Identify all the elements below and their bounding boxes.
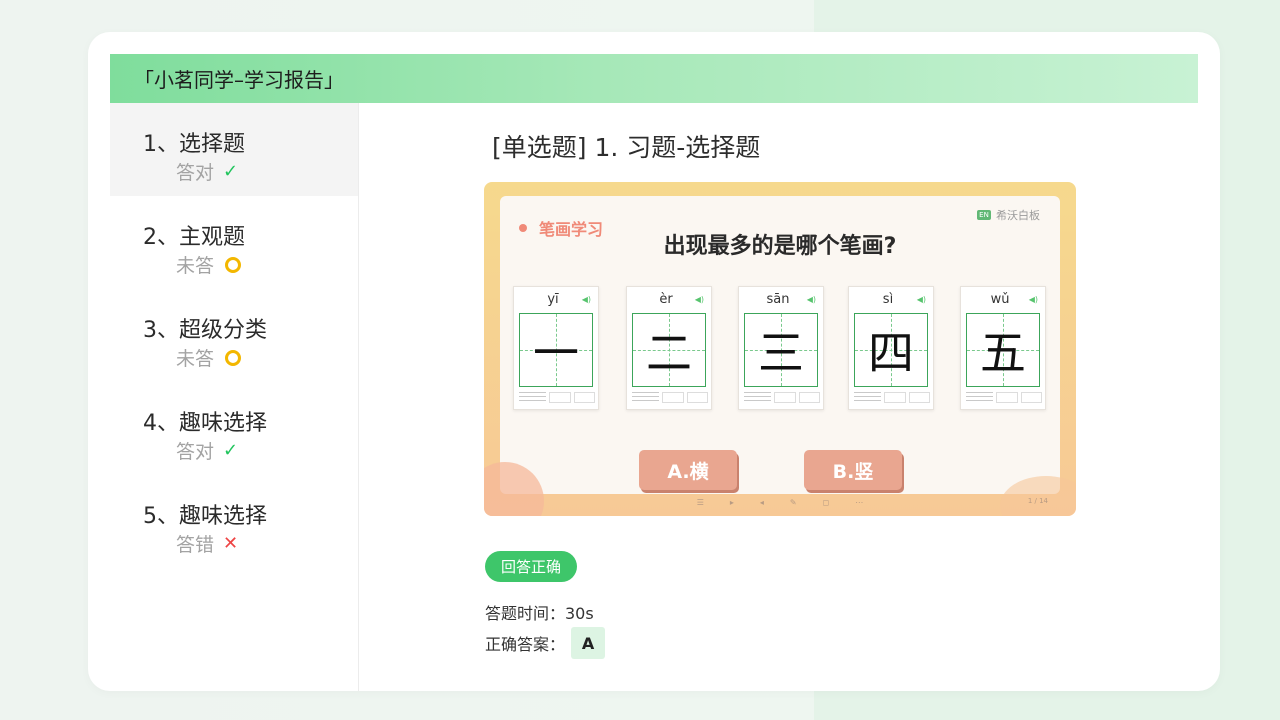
brand-logo-icon: EN xyxy=(977,210,991,220)
option-b-button[interactable]: B.竖 xyxy=(804,450,902,490)
report-header: 「小茗同学–学习报告」 xyxy=(110,54,1198,103)
tool-icon[interactable]: ✎ xyxy=(790,498,797,507)
character-glyph: 五 xyxy=(980,326,1026,380)
question-slide[interactable]: 笔画学习 EN 希沃白板 出现最多的是哪个笔画? yī ◀) 一 èr ◀) 二… xyxy=(484,182,1076,516)
menu-icon[interactable]: ☰ xyxy=(697,498,704,507)
result-badge: 回答正确 xyxy=(485,551,578,582)
pinyin-label: wǔ xyxy=(990,292,1010,307)
pinyin-label: èr xyxy=(659,292,673,307)
speaker-icon[interactable]: ◀) xyxy=(807,295,816,304)
option-a-button[interactable]: A.横 xyxy=(639,450,737,490)
question-title: 1、选择题 xyxy=(143,132,245,157)
correct-answer-label: 正确答案： xyxy=(485,635,566,654)
question-heading: [单选题] 1. 习题-选择题 xyxy=(492,133,761,162)
pinyin-label: yī xyxy=(547,292,559,307)
status-text: 未答 xyxy=(176,255,215,277)
status-text: 答对 xyxy=(176,162,215,184)
card-footer xyxy=(632,392,708,404)
card-footer xyxy=(854,392,930,404)
slide-canvas: 笔画学习 EN 希沃白板 出现最多的是哪个笔画? yī ◀) 一 èr ◀) 二… xyxy=(500,196,1060,494)
cross-icon: ✕ xyxy=(223,533,239,554)
character-grid: 四 xyxy=(854,313,928,387)
character-grid: 一 xyxy=(519,313,593,387)
status-text: 答对 xyxy=(176,441,215,463)
circle-icon xyxy=(225,256,242,273)
tool-icon[interactable]: ▸ xyxy=(730,498,734,507)
character-card[interactable]: sì ◀) 四 xyxy=(848,286,934,410)
question-status: 未答 xyxy=(176,344,242,371)
question-sidebar: 1、选择题 答对 ✓ 2、主观题 未答 3、超级分类 未答 4、趣味选择 答对 xyxy=(110,103,359,691)
character-glyph: 四 xyxy=(868,326,914,380)
card-footer xyxy=(966,392,1042,404)
sidebar-item-q4[interactable]: 4、趣味选择 答对 ✓ xyxy=(110,382,358,475)
status-text: 未答 xyxy=(176,348,215,370)
brand-name: 希沃白板 xyxy=(996,209,1040,222)
pinyin-label: sān xyxy=(766,292,790,307)
slide-question: 出现最多的是哪个笔画? xyxy=(663,234,897,259)
character-grid: 三 xyxy=(744,313,818,387)
speaker-icon[interactable]: ◀) xyxy=(582,295,591,304)
report-card: 「小茗同学–学习报告」 1、选择题 答对 ✓ 2、主观题 未答 3、超级分类 未… xyxy=(88,32,1220,691)
brand-watermark: EN 希沃白板 xyxy=(977,207,1040,223)
tool-icon[interactable]: ◻ xyxy=(823,498,830,507)
report-title: 「小茗同学–学习报告」 xyxy=(134,68,344,92)
question-title: 3、超级分类 xyxy=(143,318,267,343)
question-status: 答对 ✓ xyxy=(176,437,238,464)
speaker-icon[interactable]: ◀) xyxy=(695,295,704,304)
card-footer xyxy=(519,392,595,404)
question-title: 5、趣味选择 xyxy=(143,504,267,529)
answer-time: 答题时间：30s xyxy=(485,604,594,623)
question-status: 答对 ✓ xyxy=(176,158,238,185)
check-icon: ✓ xyxy=(223,440,239,461)
character-card[interactable]: wǔ ◀) 五 xyxy=(960,286,1046,410)
character-glyph: 二 xyxy=(646,326,692,380)
correct-answer-value: A xyxy=(571,627,606,659)
question-title: 4、趣味选择 xyxy=(143,411,267,436)
character-card[interactable]: yī ◀) 一 xyxy=(513,286,599,410)
tool-icon[interactable]: ◂ xyxy=(760,498,764,507)
sidebar-item-q3[interactable]: 3、超级分类 未答 xyxy=(110,289,358,382)
character-glyph: 三 xyxy=(758,326,804,380)
slide-toolbar: ☰ ▸ ◂ ✎ ◻ ⋯ xyxy=(500,494,1060,510)
character-glyph: 一 xyxy=(533,326,579,380)
speaker-icon[interactable]: ◀) xyxy=(1029,295,1038,304)
card-footer xyxy=(744,392,820,404)
character-grid: 二 xyxy=(632,313,706,387)
page-indicator: 1 / 14 xyxy=(1027,497,1048,505)
question-status: 答错 ✕ xyxy=(176,530,238,557)
speaker-icon[interactable]: ◀) xyxy=(917,295,926,304)
circle-icon xyxy=(225,349,242,366)
correct-answer-row: 正确答案： A xyxy=(485,627,606,659)
character-card[interactable]: èr ◀) 二 xyxy=(626,286,712,410)
status-text: 答错 xyxy=(176,534,215,556)
tool-icon[interactable]: ⋯ xyxy=(855,498,863,507)
check-icon: ✓ xyxy=(223,161,239,182)
sidebar-item-q1[interactable]: 1、选择题 答对 ✓ xyxy=(110,103,358,196)
question-status: 未答 xyxy=(176,251,242,278)
character-grid: 五 xyxy=(966,313,1040,387)
pinyin-label: sì xyxy=(882,292,894,307)
question-title: 2、主观题 xyxy=(143,225,245,250)
character-card[interactable]: sān ◀) 三 xyxy=(738,286,824,410)
sidebar-item-q5[interactable]: 5、趣味选择 答错 ✕ xyxy=(110,475,358,568)
sidebar-item-q2[interactable]: 2、主观题 未答 xyxy=(110,196,358,289)
